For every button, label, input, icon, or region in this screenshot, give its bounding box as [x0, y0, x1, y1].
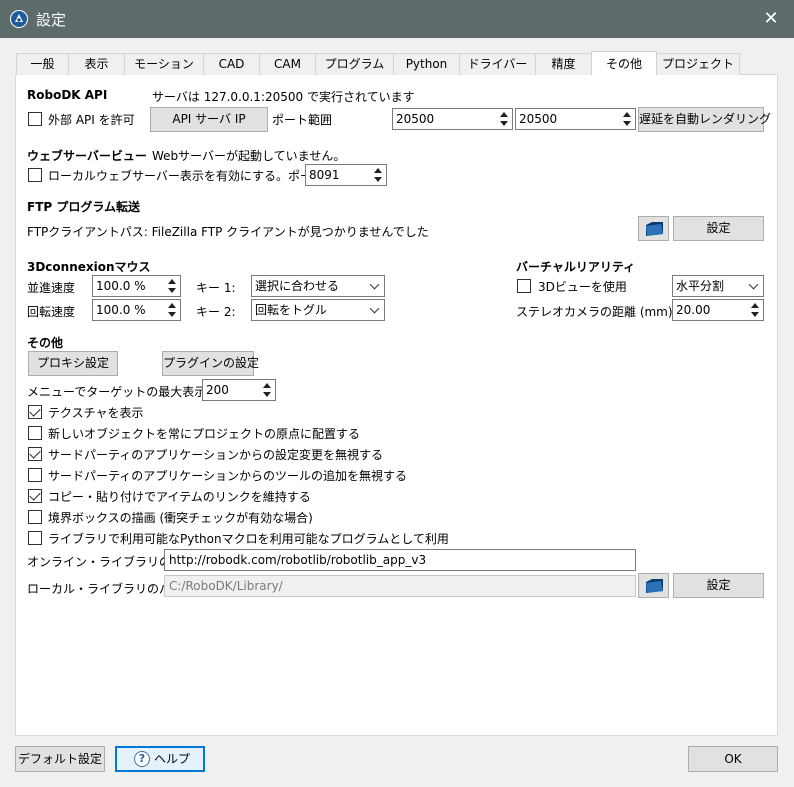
port-to-spinbox[interactable]: 20500 — [515, 108, 636, 130]
window-title: 設定 — [36, 11, 67, 29]
local-library-folder-button[interactable] — [638, 573, 669, 598]
tab-driver[interactable]: ドライバー — [459, 53, 536, 75]
split-mode-select[interactable]: 水平分割 — [672, 275, 764, 297]
spin-arrows-icon[interactable] — [497, 109, 512, 129]
tab-program[interactable]: プログラム — [315, 53, 394, 75]
spin-arrows-icon[interactable] — [371, 165, 386, 185]
key2-select[interactable]: 回転をトグル — [251, 299, 385, 321]
proxy-settings-button[interactable]: プロキシ設定 — [28, 351, 118, 376]
title-bar — [0, 0, 794, 38]
tab-bar: 一般 表示 モーション CAD CAM プログラム Python ドライバー 精… — [16, 51, 740, 75]
rotation-speed-label: 回転速度 — [27, 305, 76, 319]
ftp-folder-button[interactable] — [638, 216, 669, 241]
stereo-distance-spinbox[interactable]: 20.00 — [672, 299, 764, 321]
ftp-title: FTP プログラム転送 — [27, 200, 140, 214]
plugin-settings-button[interactable]: プラグインの設定 — [162, 351, 259, 376]
rotation-speed-spinbox[interactable]: 100.0 % — [92, 299, 181, 321]
robodk-api-title: RoboDK API — [27, 88, 108, 102]
connexion-title: 3Dconnexionマウス — [27, 260, 151, 274]
folder-icon — [646, 222, 663, 236]
key1-label: キー 1: — [196, 281, 236, 295]
default-settings-button[interactable]: デフォルト設定 — [15, 746, 105, 772]
online-library-input[interactable]: http://robodk.com/robotlib/robotlib_app_… — [164, 549, 636, 571]
allow-external-api-label: 外部 API を許可 — [48, 113, 135, 127]
translation-speed-label: 並進速度 — [27, 281, 76, 295]
tab-motion[interactable]: モーション — [124, 53, 204, 75]
api-server-status: サーバは 127.0.0.1:20500 で実行されています — [152, 90, 415, 104]
port-range-label: ポート範囲 — [272, 113, 333, 127]
show-textures-label: テクスチャを表示 — [48, 406, 144, 420]
spin-arrows-icon[interactable] — [260, 380, 275, 400]
help-icon: ? — [134, 751, 150, 767]
tab-general[interactable]: 一般 — [16, 53, 69, 75]
chevron-down-icon — [369, 279, 380, 290]
tab-python[interactable]: Python — [393, 53, 460, 75]
ok-button[interactable]: OK — [688, 746, 778, 772]
draw-bounding-box-label: 境界ボックスの描画 (衝突チェックが有効な場合) — [48, 511, 313, 525]
place-at-origin-label: 新しいオブジェクトを常にプロジェクトの原点に配置する — [48, 427, 361, 441]
ftp-client-path: FTPクライアントパス: FileZilla FTP クライアントが見つかりませ… — [27, 225, 429, 239]
chevron-down-icon — [369, 303, 380, 314]
local-library-input: C:/RoboDK/Library/ — [164, 575, 636, 597]
use-3d-view-checkbox[interactable] — [517, 279, 531, 293]
ignore-tool-additions-label: サードパーティのアプリケーションからのツールの追加を無視する — [48, 469, 408, 483]
help-button-label: ヘルプ — [154, 752, 191, 766]
enable-web-server-checkbox[interactable] — [28, 168, 42, 182]
ftp-settings-button[interactable]: 設定 — [673, 216, 764, 241]
stereo-distance-label: ステレオカメラの距離 (mm) — [516, 305, 673, 319]
tab-accuracy[interactable]: 精度 — [535, 53, 592, 75]
tab-cad[interactable]: CAD — [203, 53, 260, 75]
web-server-status: Webサーバーが起動していません。 — [152, 149, 346, 163]
vr-title: バーチャルリアリティ — [516, 260, 636, 274]
ignore-tool-additions-checkbox[interactable] — [28, 468, 42, 482]
tab-cam[interactable]: CAM — [259, 53, 316, 75]
folder-icon — [646, 579, 663, 593]
help-button[interactable]: ? ヘルプ — [115, 746, 205, 772]
python-macros-checkbox[interactable] — [28, 531, 42, 545]
ignore-setting-changes-checkbox[interactable] — [28, 447, 42, 461]
draw-bounding-box-checkbox[interactable] — [28, 510, 42, 524]
enable-web-server-label: ローカルウェブサーバー表示を有効にする。ポート: — [48, 169, 329, 183]
use-3d-view-label: 3Dビューを使用 — [538, 280, 627, 294]
allow-external-api-checkbox[interactable] — [28, 112, 42, 126]
other-title: その他 — [27, 336, 64, 350]
key1-select[interactable]: 選択に合わせる — [251, 275, 385, 297]
show-textures-checkbox[interactable] — [28, 405, 42, 419]
spin-arrows-icon[interactable] — [165, 300, 180, 320]
api-server-ip-button[interactable]: API サーバ IP — [150, 107, 268, 132]
chevron-down-icon — [748, 279, 759, 290]
tab-other[interactable]: その他 — [591, 51, 657, 75]
tab-project[interactable]: プロジェクト — [656, 53, 740, 75]
robodk-logo-icon — [10, 10, 28, 28]
spin-arrows-icon[interactable] — [165, 276, 180, 296]
spin-arrows-icon[interactable] — [748, 300, 763, 320]
keep-item-links-checkbox[interactable] — [28, 489, 42, 503]
web-server-title: ウェブサーバービュー — [27, 149, 147, 163]
key2-label: キー 2: — [196, 305, 236, 319]
python-macros-label: ライブラリで利用可能なPythonマクロを利用可能なプログラムとして利用 — [48, 532, 449, 546]
max-targets-label: メニューでターゲットの最大表示数 — [27, 385, 219, 399]
ignore-setting-changes-label: サードパーティのアプリケーションからの設定変更を無視する — [48, 448, 384, 462]
max-targets-spinbox[interactable]: 200 — [202, 379, 276, 401]
local-library-settings-button[interactable]: 設定 — [673, 573, 764, 598]
translation-speed-spinbox[interactable]: 100.0 % — [92, 275, 181, 297]
web-server-port-spinbox[interactable]: 8091 — [305, 164, 387, 186]
spin-arrows-icon[interactable] — [620, 109, 635, 129]
close-icon[interactable]: ✕ — [756, 6, 786, 32]
keep-item-links-label: コピー・貼り付けでアイテムのリンクを維持する — [48, 490, 311, 504]
auto-render-delay-button[interactable]: 遅延を自動レンダリング — [638, 107, 771, 132]
port-from-spinbox[interactable]: 20500 — [392, 108, 513, 130]
tab-display[interactable]: 表示 — [68, 53, 125, 75]
place-at-origin-checkbox[interactable] — [28, 426, 42, 440]
